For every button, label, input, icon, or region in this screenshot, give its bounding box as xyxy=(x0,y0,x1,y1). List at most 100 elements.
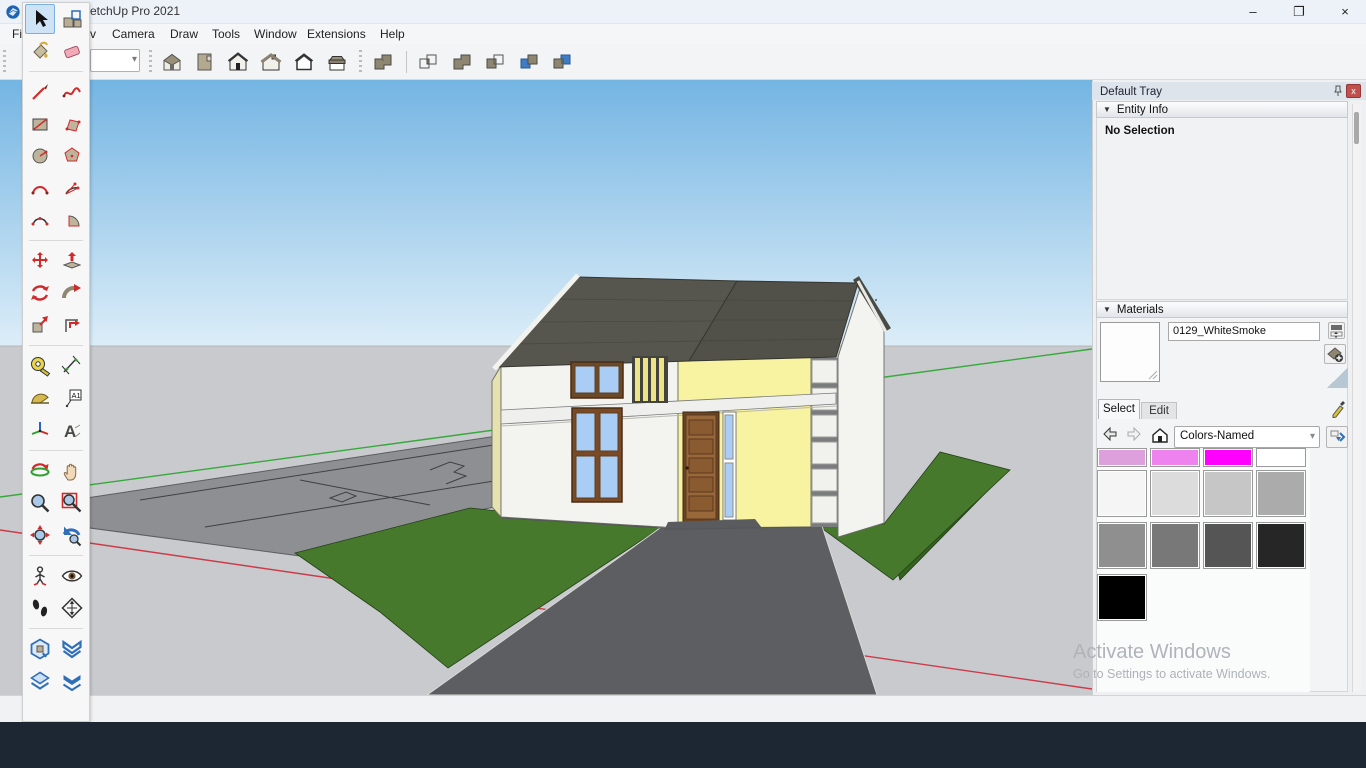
toolbar-grip[interactable] xyxy=(359,50,362,74)
tool-walk[interactable] xyxy=(25,593,55,623)
tool-freehand[interactable] xyxy=(57,77,87,107)
tool-two-point-arc[interactable] xyxy=(57,173,87,203)
menu-window[interactable]: Window xyxy=(250,26,301,42)
tool-rectangle[interactable] xyxy=(25,109,55,139)
tool-zoom-extents[interactable] xyxy=(25,520,55,550)
tool-scale[interactable] xyxy=(25,310,55,340)
material-swatch[interactable] xyxy=(1203,522,1253,569)
tray-close-button[interactable]: x xyxy=(1346,84,1361,98)
create-material-button[interactable] xyxy=(1324,344,1346,364)
collapse-triangle-icon[interactable]: ▼ xyxy=(1103,305,1111,314)
material-swatch[interactable] xyxy=(1097,574,1147,621)
tool-offset[interactable] xyxy=(57,310,87,340)
tool-section-plane[interactable] xyxy=(25,634,55,664)
back-view-button[interactable] xyxy=(289,48,319,76)
tool-axes[interactable] xyxy=(25,415,55,445)
union-button[interactable] xyxy=(447,48,477,76)
iso-view-button[interactable] xyxy=(157,48,187,76)
tool-display-section-cuts[interactable] xyxy=(57,634,87,664)
material-swatch[interactable] xyxy=(1256,522,1306,569)
menu-tools[interactable]: Tools xyxy=(208,26,244,42)
tool-push-pull[interactable] xyxy=(57,246,87,276)
material-swatch[interactable] xyxy=(1150,522,1200,569)
tool-text[interactable]: A1 xyxy=(57,383,87,413)
materials-tab-select[interactable]: Select xyxy=(1098,399,1140,419)
menu-camera[interactable]: Camera xyxy=(108,26,159,42)
menu-extensions[interactable]: Extensions xyxy=(303,26,370,42)
tool-look-around[interactable] xyxy=(57,561,87,591)
tray-scrollbar-thumb[interactable] xyxy=(1354,112,1359,144)
material-swatch[interactable] xyxy=(1150,448,1200,467)
intersect-button[interactable] xyxy=(413,48,443,76)
material-preview[interactable] xyxy=(1100,322,1160,382)
tool-make-component[interactable] xyxy=(57,4,87,34)
materials-header[interactable]: ▼ Materials × xyxy=(1096,301,1348,318)
materials-collection-dropdown[interactable]: Colors-Named ▾ xyxy=(1174,426,1320,448)
material-swatch[interactable] xyxy=(1097,448,1147,467)
tool-zoom-window[interactable] xyxy=(57,488,87,518)
tray-scrollbar[interactable] xyxy=(1352,104,1361,692)
tool-position-camera[interactable] xyxy=(25,561,55,591)
tool-dimension[interactable] xyxy=(57,351,87,381)
tool-orbit[interactable] xyxy=(25,456,55,486)
tool-rotate[interactable] xyxy=(25,278,55,308)
material-swatch[interactable] xyxy=(1203,470,1253,517)
subtract-button[interactable] xyxy=(480,48,510,76)
pin-icon[interactable] xyxy=(1332,85,1344,97)
tool-three-point-arc[interactable] xyxy=(25,205,55,235)
front-view-button[interactable] xyxy=(223,48,253,76)
material-swatch[interactable] xyxy=(1256,470,1306,517)
tool-eraser[interactable] xyxy=(57,36,87,66)
materials-back-button[interactable] xyxy=(1100,427,1120,445)
tool-circle[interactable] xyxy=(25,141,55,171)
tool-paint-bucket[interactable] xyxy=(25,36,55,66)
tool-3d-text[interactable]: A xyxy=(57,415,87,445)
materials-details-button[interactable] xyxy=(1326,426,1348,448)
minimize-button[interactable]: – xyxy=(1238,3,1268,21)
tool-zoom[interactable] xyxy=(25,488,55,518)
tool-follow-me[interactable] xyxy=(57,278,87,308)
material-swatch[interactable] xyxy=(1203,448,1253,467)
collapse-triangle-icon[interactable]: ▼ xyxy=(1103,105,1111,114)
tool-line[interactable] xyxy=(25,77,55,107)
tool-move[interactable] xyxy=(25,246,55,276)
style-combo[interactable]: ▾ xyxy=(90,49,140,72)
tool-tape-measure[interactable] xyxy=(25,351,55,381)
material-swatch[interactable] xyxy=(1256,448,1306,467)
maximize-button[interactable]: ❐ xyxy=(1284,3,1314,21)
material-swatch[interactable] xyxy=(1150,470,1200,517)
tool-previous[interactable] xyxy=(57,520,87,550)
materials-tab-edit[interactable]: Edit xyxy=(1141,402,1177,419)
material-name-field[interactable]: 0129_WhiteSmoke xyxy=(1168,322,1320,341)
entity-info-header[interactable]: ▼ Entity Info × xyxy=(1096,101,1348,118)
outer-shell-button[interactable] xyxy=(368,48,398,76)
toolbar-grip[interactable] xyxy=(149,50,152,74)
materials-forward-button[interactable] xyxy=(1124,427,1144,445)
display-secondary-pane-button[interactable] xyxy=(1328,322,1345,339)
sample-paint-dropper-icon[interactable] xyxy=(1330,398,1346,418)
material-swatch[interactable] xyxy=(1097,522,1147,569)
menu-draw[interactable]: Draw xyxy=(166,26,202,42)
tool-pan[interactable] xyxy=(57,456,87,486)
viewport-3d[interactable] xyxy=(0,80,1092,695)
right-view-button[interactable] xyxy=(256,48,286,76)
menu-help[interactable]: Help xyxy=(376,26,409,42)
material-swatch[interactable] xyxy=(1097,470,1147,517)
backface-color-swatch[interactable] xyxy=(1326,368,1348,388)
tool-arc[interactable] xyxy=(25,173,55,203)
tool-select[interactable] xyxy=(25,4,55,34)
close-button[interactable]: × xyxy=(1330,3,1360,21)
top-view-button[interactable] xyxy=(190,48,220,76)
tool-polygon[interactable] xyxy=(57,141,87,171)
toolbar-grip[interactable] xyxy=(3,50,6,74)
tool-display-section-planes[interactable] xyxy=(25,666,55,696)
tool-navigation-compass[interactable] xyxy=(57,593,87,623)
tool-pie[interactable] xyxy=(57,205,87,235)
tool-protractor[interactable] xyxy=(25,383,55,413)
tool-display-section-fill[interactable] xyxy=(57,666,87,696)
materials-home-button[interactable] xyxy=(1150,427,1170,445)
split-button[interactable] xyxy=(547,48,577,76)
tool-rotated-rectangle[interactable] xyxy=(57,109,87,139)
left-view-button[interactable] xyxy=(322,48,352,76)
trim-button[interactable] xyxy=(514,48,544,76)
